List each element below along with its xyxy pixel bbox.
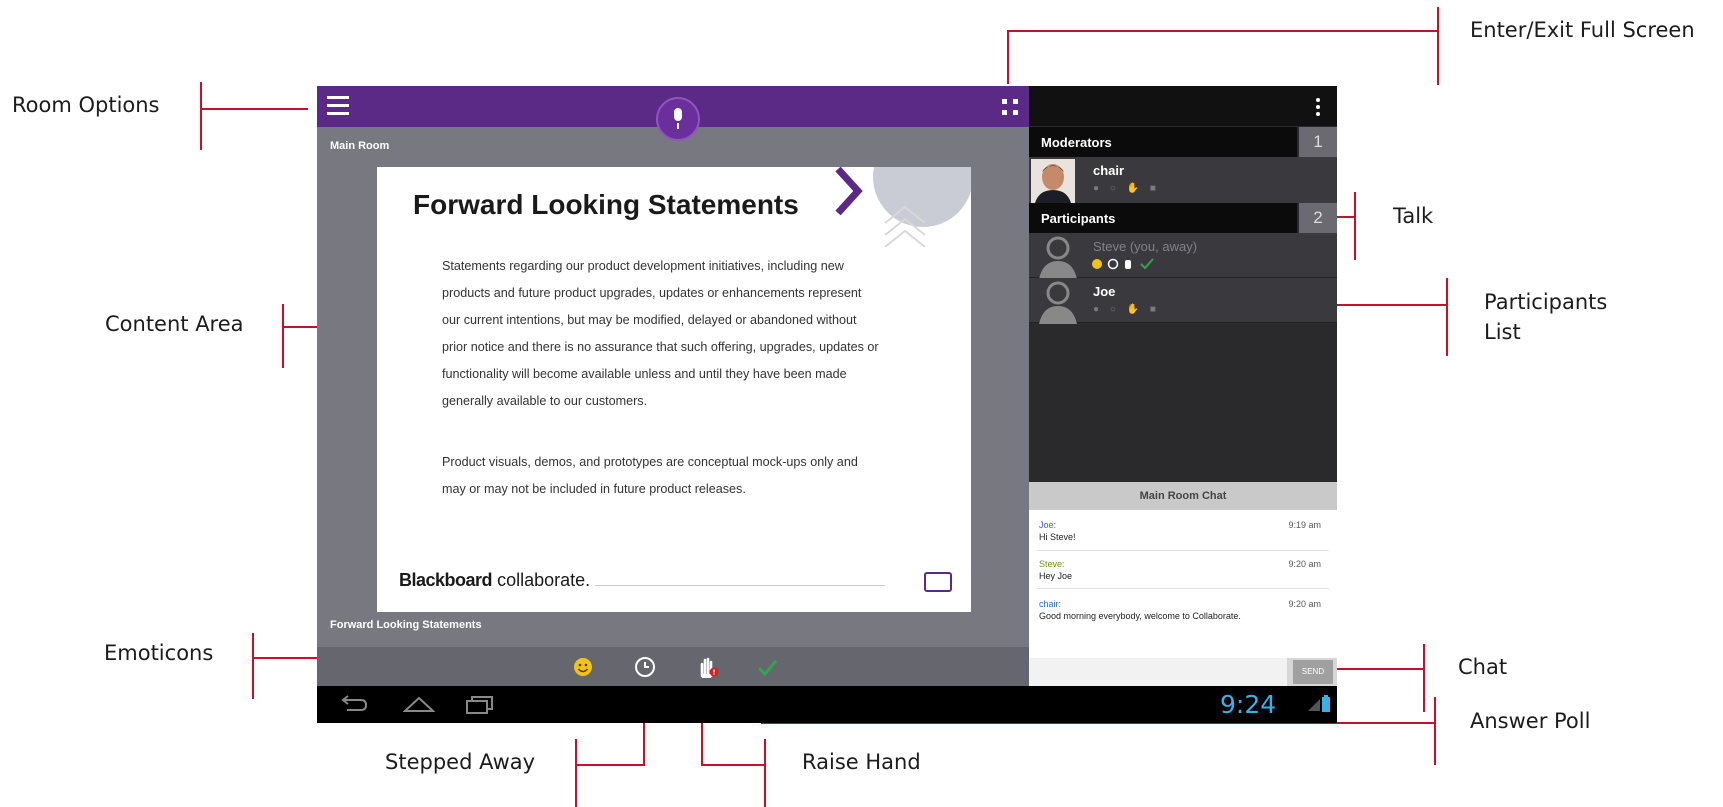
system-clock: 9:24: [1220, 690, 1277, 719]
participant-status-icons: ● ○ ✋ ■: [1093, 304, 1160, 315]
participant-name: chair: [1093, 163, 1125, 178]
line-emoticons-bar: [252, 633, 254, 699]
slide-decoration-chevrons: [835, 167, 971, 247]
chat-time: 9:20 am: [1288, 599, 1321, 609]
chat-text: Hey Joe: [1039, 571, 1073, 581]
moderators-count: 1: [1299, 127, 1337, 157]
line-participants-bar: [1446, 278, 1448, 356]
callout-raise-hand: Raise Hand: [802, 750, 921, 774]
callout-chat: Chat: [1458, 655, 1508, 679]
answer-poll-check-icon[interactable]: [754, 654, 780, 680]
battery-icon: [1322, 695, 1330, 712]
line-hand-horiz: [701, 764, 766, 766]
participants-count: 2: [1299, 203, 1337, 233]
slide-divider: [595, 585, 885, 586]
tablet-screen: Main Room Forward Looking Statements Sta…: [317, 86, 1337, 723]
chat-sender: chair:: [1039, 599, 1062, 609]
chat-sender: Joe:: [1039, 520, 1057, 530]
chat-text: Hi Steve!: [1039, 532, 1076, 542]
chat-time: 9:20 am: [1288, 559, 1321, 569]
participant-row-chair[interactable]: chair ● ○ ✋ ■: [1029, 157, 1337, 204]
callout-participants-line-1: Participants: [1484, 290, 1608, 314]
callout-content-area: Content Area: [105, 312, 244, 336]
callout-talk: Talk: [1393, 204, 1434, 228]
chat-message: Steve: 9:20 am Hey Joe: [1039, 558, 1329, 582]
chat-send-button[interactable]: SEND: [1293, 660, 1333, 684]
moderators-header: Moderators: [1029, 127, 1297, 157]
participants-header: Participants: [1029, 203, 1297, 233]
signal-status-icon: [1308, 699, 1320, 711]
slide-paragraph-2: Product visuals, demos, and prototypes a…: [442, 455, 858, 496]
chat-text: Good morning everybody, welcome to Colla…: [1039, 611, 1241, 621]
callout-fullscreen: Enter/Exit Full Screen: [1470, 18, 1695, 42]
chat-message: chair: 9:20 am Good morning everybody, w…: [1039, 598, 1329, 622]
line-talk-bar: [1354, 192, 1356, 260]
chat-time: 9:19 am: [1288, 520, 1321, 530]
avatar-chair: [1031, 159, 1075, 203]
chat-message: Joe: 9:19 am Hi Steve!: [1039, 519, 1329, 543]
line-room-options-bar: [200, 82, 202, 150]
line-room-options: [200, 108, 308, 110]
line-chat-bar: [1423, 644, 1425, 712]
blackboard-collaborate-logo: Blackboard collaborate.: [399, 570, 591, 590]
line-hand-bar: [764, 739, 766, 807]
line-poll-bar: [1434, 697, 1436, 765]
callout-room-options: Room Options: [12, 93, 160, 117]
fullscreen-toggle-icon[interactable]: [1002, 99, 1018, 115]
panel-top-bar: [1029, 86, 1337, 126]
avatar-generic-icon: [1039, 281, 1077, 324]
talk-microphone-button[interactable]: [656, 97, 700, 141]
participant-name: Steve (you, away): [1093, 239, 1198, 254]
presentation-slide: Forward Looking Statements Statements re…: [377, 167, 971, 612]
chat-sender: Steve:: [1039, 559, 1065, 569]
room-label: Main Room: [330, 140, 390, 152]
slide-paragraph-1: Statements regarding our product develop…: [442, 259, 879, 408]
slide-title: Forward Looking Statements: [413, 189, 799, 220]
participants-panel: Moderators 1 chair ● ○ ✋ ■ Participants …: [1029, 86, 1337, 686]
line-content-bar: [282, 304, 284, 368]
callout-participants-list: Participants List: [1484, 287, 1607, 347]
chat-panel: Main Room Chat Joe: 9:19 am Hi Steve! St…: [1029, 482, 1337, 686]
callout-participants-line-2: List: [1484, 320, 1521, 344]
overflow-menu-icon[interactable]: [1316, 98, 1320, 119]
line-away-bar: [575, 739, 577, 807]
participant-row-joe[interactable]: Joe ● ○ ✋ ■: [1029, 278, 1337, 324]
avatar-generic-icon: [1039, 236, 1077, 279]
system-navigation-bar: 9:24: [317, 686, 1337, 723]
participant-row-steve[interactable]: Steve (you, away): [1029, 233, 1337, 279]
callout-answer-poll: Answer Poll: [1470, 709, 1591, 733]
recent-apps-icon[interactable]: [465, 694, 495, 714]
slide-page-icon: [924, 572, 952, 592]
participant-status-icons: [1092, 258, 1154, 270]
room-options-menu-icon[interactable]: [327, 96, 349, 116]
line-away-horiz: [575, 764, 645, 766]
stepped-away-clock-icon[interactable]: [632, 654, 658, 680]
slide-name-label: Forward Looking Statements: [330, 619, 482, 631]
status-toolbar: [317, 647, 1029, 686]
participant-name: Joe: [1093, 284, 1116, 299]
line-fs-horiz: [1007, 30, 1439, 32]
chat-input-row: SEND: [1029, 658, 1337, 686]
participant-status-icons: ● ○ ✋ ■: [1093, 183, 1160, 194]
callout-emoticons: Emoticons: [104, 641, 214, 665]
chat-input[interactable]: [1029, 658, 1287, 686]
raise-hand-icon[interactable]: [694, 654, 720, 680]
callout-stepped-away: Stepped Away: [385, 750, 536, 774]
home-icon[interactable]: [403, 694, 435, 714]
content-area: Main Room Forward Looking Statements Sta…: [317, 127, 1029, 647]
line-fs-vert: [1007, 30, 1009, 84]
chat-title: Main Room Chat: [1029, 482, 1337, 510]
back-icon[interactable]: [339, 694, 369, 714]
line-fs-bar: [1437, 7, 1439, 85]
emoticons-smiley-icon[interactable]: [570, 654, 596, 680]
microphone-icon: [674, 108, 682, 121]
